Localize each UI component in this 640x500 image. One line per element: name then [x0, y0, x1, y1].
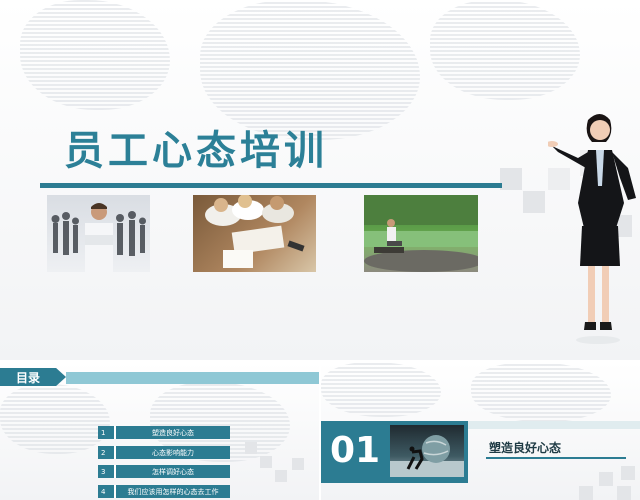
decor-square [245, 442, 257, 454]
businessman-photo [47, 195, 150, 272]
decor-square [617, 486, 631, 500]
decor-square [275, 470, 287, 482]
world-map-background [430, 0, 580, 100]
section-slide: 01 塑造良好心态 [321, 362, 640, 500]
decor-square [500, 168, 522, 190]
section-top-bar [468, 421, 640, 429]
world-map-background [321, 362, 441, 417]
toc-item-number: 1 [98, 426, 116, 439]
toc-slide: 目录 1 塑造良好心态 2 心态影响能力 3 怎样调好心态 4 我们应该用怎样的… [0, 362, 319, 500]
world-map-background [20, 0, 170, 110]
decor-square [260, 456, 272, 468]
team-meeting-photo [193, 195, 316, 272]
title-slide: 员工心态培训 [0, 0, 640, 360]
decor-square [621, 466, 635, 480]
businesswoman-figure [546, 108, 640, 358]
toc-header: 目录 [16, 371, 41, 385]
section-title: 塑造良好心态 [489, 441, 562, 455]
decor-square [523, 191, 545, 213]
toc-item[interactable]: 3 怎样调好心态 [98, 465, 230, 478]
toc-item-number: 3 [98, 465, 116, 478]
page-title: 员工心态培训 [64, 128, 328, 174]
toc-item-label: 我们应该用怎样的心态去工作 [116, 485, 230, 498]
decor-square [599, 472, 613, 486]
section-number: 01 [330, 430, 381, 471]
toc-item-number: 4 [98, 485, 116, 498]
toc-item-label: 怎样调好心态 [116, 465, 230, 478]
toc-item[interactable]: 2 心态影响能力 [98, 446, 230, 459]
decor-square [292, 458, 304, 470]
decor-square [579, 486, 593, 500]
toc-item-number: 2 [98, 446, 116, 459]
toc-item[interactable]: 4 我们应该用怎样的心态去工作 [98, 485, 230, 498]
man-pushing-globe-icon [390, 425, 464, 477]
toc-header-bar [66, 372, 319, 384]
toc-item-label: 心态影响能力 [116, 446, 230, 459]
outdoor-photo [364, 195, 478, 272]
title-underline [40, 183, 502, 188]
toc-item-label: 塑造良好心态 [116, 426, 230, 439]
world-map-background [0, 384, 110, 454]
section-title-underline [486, 457, 626, 459]
world-map-background [471, 362, 611, 422]
toc-item[interactable]: 1 塑造良好心态 [98, 426, 230, 439]
